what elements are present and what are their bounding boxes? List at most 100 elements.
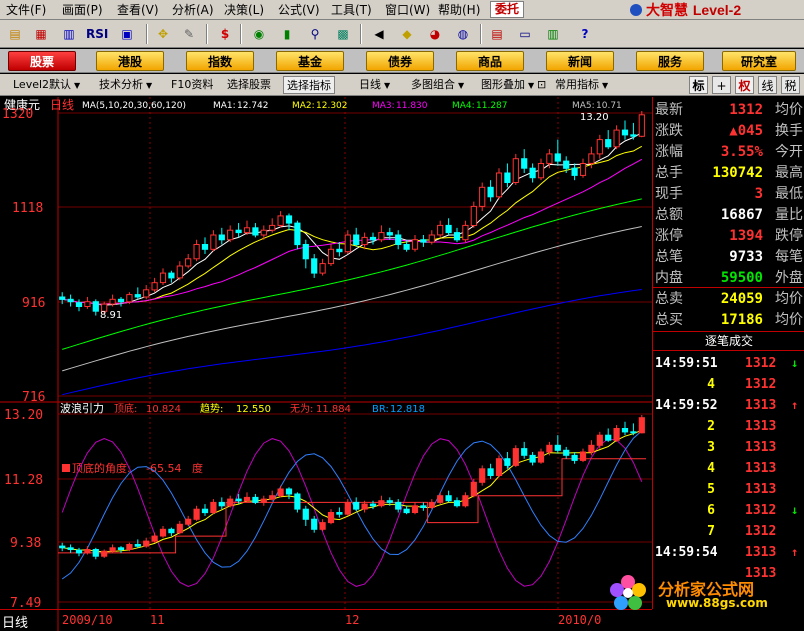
sub-candle-body [109, 547, 116, 552]
quote-row: 现手 3 最低 [653, 184, 804, 205]
menu-window[interactable]: 窗口(W) [385, 2, 430, 18]
menu-view-screen[interactable]: 画面(P) [62, 2, 103, 18]
chart-area[interactable]: 健康元 日线 MA(5,10,20,30,60,120) MA1: 12.742… [0, 97, 652, 609]
back-icon[interactable]: ◀ [368, 23, 390, 45]
quote-row: 内盘 59500 外盘 [653, 268, 804, 289]
quote-value: 1394 [729, 228, 763, 244]
sub-candle-body [260, 498, 267, 504]
ma1-label: MA1: [213, 101, 236, 111]
tech-analysis-dropdown[interactable]: 技术分析 [96, 76, 155, 94]
sub-candle-body [285, 488, 293, 495]
menu-file[interactable]: 文件(F) [6, 2, 46, 18]
window-icon[interactable]: ▭ [514, 23, 536, 45]
br-value: 12.818 [390, 404, 425, 415]
select-indicator-button[interactable]: 选择指标 [283, 76, 335, 94]
watermark: 分析家公式网 www.88gs.com [606, 572, 804, 612]
x-axis: 2009/10 11 12 2010/0 [57, 610, 601, 631]
notebook-icon[interactable]: ▤ [486, 23, 508, 45]
sub-candle-body [537, 451, 545, 463]
right-restore-button[interactable]: 权 [735, 76, 754, 94]
sub-candle-body [546, 444, 553, 453]
money-flow-icon[interactable]: ◉ [248, 23, 270, 45]
tick-price: 1313 [745, 440, 777, 455]
dollar-icon[interactable]: $ [214, 23, 236, 45]
indicator-name: 波浪引力 [60, 401, 104, 415]
multi-chart-dropdown[interactable]: 多图组合 [408, 76, 467, 94]
sub-candle-body [336, 512, 343, 515]
tax-button[interactable]: 税 [781, 76, 800, 94]
globe-icon[interactable]: ◍ [452, 23, 474, 45]
sub-candle-body [428, 501, 435, 508]
quote-label-2: 最高 [775, 165, 803, 181]
nav-news[interactable]: 新闻 [546, 51, 614, 71]
sub-candle-body [462, 495, 469, 507]
candle-body [386, 232, 393, 236]
toolbar-separator [360, 24, 362, 44]
nav-service[interactable]: 服务 [636, 51, 704, 71]
lock-icon[interactable]: ⊡ [534, 76, 549, 94]
menu-view[interactable]: 查看(V) [117, 2, 159, 18]
nav-hk-stocks[interactable]: 港股 [96, 51, 164, 71]
chart-pie-icon[interactable]: ◕ [424, 23, 446, 45]
ma2-value: 12.302 [316, 101, 348, 111]
crosshair-button[interactable]: + [712, 76, 731, 94]
candle-body [445, 224, 452, 234]
x-axis-label: 12 [345, 613, 359, 627]
nav-commodity[interactable]: 商品 [456, 51, 524, 71]
menu-analysis[interactable]: 分析(A) [172, 2, 214, 18]
mark-button[interactable]: 标 [689, 76, 708, 94]
quote-label: 涨停 [655, 228, 683, 244]
bar-stack-icon[interactable]: ▮ [276, 23, 298, 45]
kline-chart-icon[interactable]: ▥ [58, 23, 80, 45]
candle-body [193, 244, 200, 260]
quote-label-2: 均价 [775, 312, 803, 328]
open-folder-icon[interactable]: ▤ [4, 23, 26, 45]
menu-decision[interactable]: 决策(L) [224, 2, 264, 18]
rsi-icon[interactable]: RSI [86, 23, 108, 45]
binoculars-icon[interactable]: ⚲ [304, 23, 326, 45]
sub-candle-body [84, 549, 91, 554]
diamond-icon[interactable]: ◆ [396, 23, 418, 45]
quote-value: 3.55% [720, 144, 763, 160]
trust-button[interactable]: 委托 [490, 1, 524, 18]
candle-body [504, 172, 511, 183]
tick-price: 1313 [745, 461, 777, 476]
sub-y-tick: 7.49 [10, 596, 41, 609]
menu-tools[interactable]: 工具(T) [331, 2, 372, 18]
ma5-label: MA5: [572, 101, 595, 111]
candle-body [294, 222, 301, 246]
books-icon[interactable]: ▥ [542, 23, 564, 45]
watermark-url: www.88gs.com [666, 596, 768, 610]
nav-bond[interactable]: 债券 [366, 51, 434, 71]
grid-icon[interactable]: ▩ [332, 23, 354, 45]
select-stock-button[interactable]: 选择股票 [224, 76, 274, 94]
f10-button[interactable]: F10资料 [168, 76, 216, 94]
sub-candle-body [638, 417, 645, 434]
quote-separator [653, 287, 804, 288]
candle-body [218, 234, 225, 241]
sub-toolbar: Level2默认 技术分析 F10资料 选择股票 选择指标 日线 多图组合 图形… [0, 74, 804, 96]
nav-fund[interactable]: 基金 [276, 51, 344, 71]
layout-dropdown[interactable]: Level2默认 [10, 76, 83, 94]
crosshair-icon[interactable]: ✥ [152, 23, 174, 45]
nav-research[interactable]: 研究室 [722, 51, 796, 71]
common-indicator-dropdown[interactable]: 常用指标 [552, 76, 611, 94]
candle-body [462, 224, 469, 241]
tick-row: 14:59:52 1313 ↑ [653, 395, 804, 416]
menu-help[interactable]: 帮助(H) [438, 2, 480, 18]
quote-list-icon[interactable]: ▦ [30, 23, 52, 45]
quote-row: 涨停 1394 跌停 [653, 226, 804, 247]
help-pointer-icon[interactable]: ? [574, 23, 596, 45]
period-dropdown[interactable]: 日线 [356, 76, 393, 94]
ruler-icon[interactable]: ✎ [178, 23, 200, 45]
kline-chart[interactable]: 健康元 日线 MA(5,10,20,30,60,120) MA1: 12.742… [0, 97, 652, 609]
calculator-icon[interactable]: ▣ [116, 23, 138, 45]
overlay-dropdown[interactable]: 图形叠加 [478, 76, 537, 94]
line-button[interactable]: 线 [758, 76, 777, 94]
candle-body [109, 298, 116, 305]
nav-index[interactable]: 指数 [186, 51, 254, 71]
quote-label-2: 均价 [775, 102, 803, 118]
nav-stocks[interactable]: 股票 [8, 51, 76, 71]
none-label: 无为: [290, 403, 313, 415]
menu-formula[interactable]: 公式(V) [278, 2, 320, 18]
